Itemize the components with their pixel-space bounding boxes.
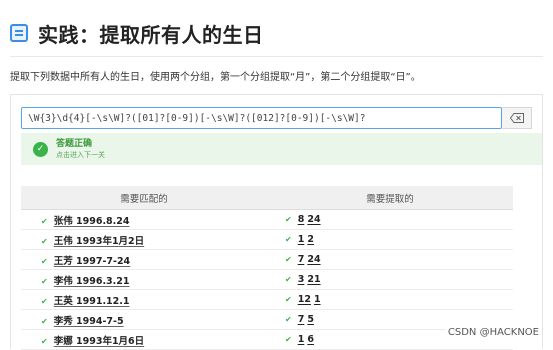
regex-input-row [21,107,532,129]
extract-cell: ✔ 7 24 [267,249,513,270]
check-icon: ✔ [41,256,48,266]
task-description: 提取下列数据中所有人的生日，使用两个分组，第一个分组提取“月”，第二个分组提取“… [10,72,421,83]
check-icon: ✔ [285,235,292,244]
group-2-value: 5 [307,314,314,325]
match-cell: ✔ 李秀 1994-7-5 [21,309,267,330]
match-text: 王伟 1993年1月2日 [53,235,145,247]
document-icon [10,24,28,42]
group-2-value: 6 [307,334,314,345]
match-text: 张伟 1996.8.24 [53,215,130,227]
group-1-value: 8 [297,214,305,225]
check-icon: ✔ [285,275,292,284]
check-icon: ✔ [285,295,292,304]
group-2-value: 1 [313,294,321,305]
success-banner[interactable]: ✓ 答题正确 点击进入下一关 [21,133,542,165]
divider [10,56,543,57]
group-2-value: 2 [307,234,314,245]
group-1-value: 12 [297,294,311,305]
clear-button[interactable] [502,107,532,129]
page-title: 实践：提取所有人的生日 [38,22,264,47]
match-text: 王芳 1997-7-24 [53,255,131,267]
check-icon: ✔ [285,215,292,224]
check-circle-icon: ✓ [33,141,48,157]
check-icon: ✔ [285,255,292,264]
check-icon: ✔ [41,296,48,306]
group-1-value: 1 [297,234,305,245]
table-row: ✔ 张伟 1996.8.24 ✔ 8 24 [21,209,513,230]
regex-input[interactable] [21,107,502,129]
match-cell: ✔ 张伟 1996.8.24 [21,209,267,230]
extract-cell: ✔ 1 2 [267,229,513,250]
match-text: 李娜 1993年1月6日 [53,335,145,347]
extract-cell: ✔ 12 1 [267,289,513,310]
table-row: ✔ 王伟 1993年1月2日 ✔ 1 2 [21,229,513,250]
match-cell: ✔ 李伟 1996.3.21 [21,269,267,290]
next-level-link[interactable]: 点击进入下一关 [56,150,105,160]
group-1-value: 1 [297,334,305,345]
group-1-value: 3 [297,274,305,285]
table-row: ✔ 李伟 1996.3.21 ✔ 3 21 [21,269,513,290]
check-icon: ✔ [41,236,48,246]
match-text: 王英 1991.12.1 [53,295,130,307]
table-row: ✔ 王芳 1997-7-24 ✔ 7 24 [21,249,513,270]
backspace-icon [509,113,524,123]
table-row: ✔ 李娜 1993年1月6日 ✔ 1 6 [21,329,513,350]
match-cell: ✔ 李娜 1993年1月6日 [21,329,267,350]
column-header-match: 需要匹配的 [21,186,267,210]
table-row: ✔ 王英 1991.12.1 ✔ 12 1 [21,289,513,310]
results-table: 需要匹配的 需要提取的 ✔ 张伟 1996.8.24 ✔ 8 24 ✔ 王伟 1993年1月… [21,186,513,350]
group-2-value: 24 [307,214,321,225]
group-2-value: 21 [307,274,321,285]
group-1-value: 7 [297,314,305,325]
check-icon: ✔ [41,276,48,286]
match-cell: ✔ 王伟 1993年1月2日 [21,229,267,250]
exercise-panel: ✓ 答题正确 点击进入下一关 需要匹配的 需要提取的 ✔ 张伟 1996.8.24… [10,94,543,350]
match-text: 李伟 1996.3.21 [53,275,130,287]
check-icon: ✔ [285,335,292,344]
success-title: 答题正确 [56,138,93,149]
check-icon: ✔ [41,316,48,326]
check-icon: ✔ [41,216,48,226]
match-text: 李秀 1994-7-5 [53,315,124,327]
column-header-extract: 需要提取的 [267,186,513,210]
group-1-value: 7 [297,254,305,265]
extract-cell: ✔ 8 24 [267,209,513,230]
extract-cell: ✔ 3 21 [267,269,513,290]
group-2-value: 24 [307,254,321,265]
match-cell: ✔ 王芳 1997-7-24 [21,249,267,270]
check-icon: ✔ [285,315,292,324]
table-row: ✔ 李秀 1994-7-5 ✔ 7 5 [21,309,513,330]
check-icon: ✔ [41,336,48,346]
match-cell: ✔ 王英 1991.12.1 [21,289,267,310]
watermark: CSDN @HACKNOE [445,327,541,338]
page-header: 实践：提取所有人的生日 [10,18,264,48]
